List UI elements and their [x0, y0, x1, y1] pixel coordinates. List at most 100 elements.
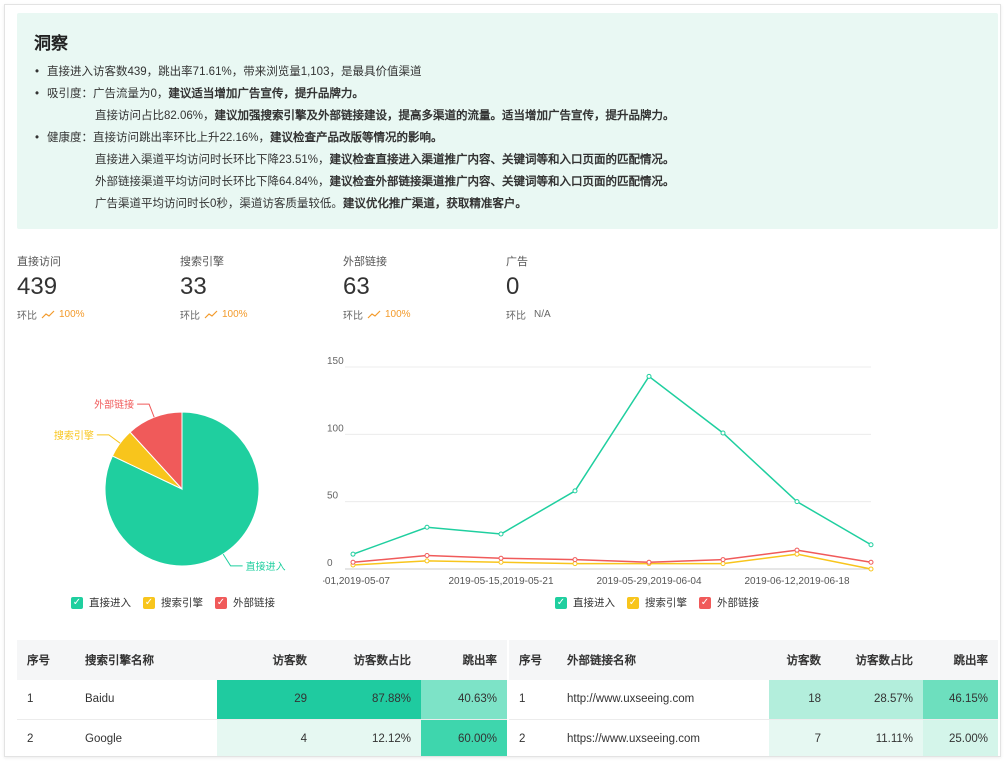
- data-point[interactable]: [498, 559, 504, 565]
- pie-legend: ✓ 直接进入 ✓ 搜索引擎 ✓ 外部链接: [71, 595, 275, 610]
- legend-item[interactable]: ✓ 外部链接: [699, 595, 759, 610]
- col-index: 序号: [509, 640, 557, 680]
- legend-item[interactable]: ✓ 外部链接: [215, 595, 275, 610]
- legend-item[interactable]: ✓ 搜索引擎: [627, 595, 687, 610]
- kpi-trend-value: N/A: [534, 309, 551, 320]
- cell-visitors: 29: [217, 680, 317, 720]
- kpi-trend-value: 100%: [385, 309, 411, 320]
- table-header-row: 序号 外部链接名称 访客数 访客数占比 跳出率: [509, 640, 998, 680]
- table-header-row: 序号 搜索引擎名称 访客数 访客数占比 跳出率: [17, 640, 507, 680]
- insight-line-5: 直接进入渠道平均访问时长环比下降23.51%，建议检查直接进入渠道推广内容、关键…: [95, 151, 675, 167]
- line-legend: ✓ 直接进入 ✓ 搜索引擎 ✓ 外部链接: [555, 595, 759, 610]
- data-point[interactable]: [572, 561, 578, 567]
- insight-advice: 建议优化推广渠道，获取精准客户。: [342, 198, 527, 210]
- checkbox-icon[interactable]: ✓: [627, 596, 639, 609]
- checkbox-icon[interactable]: ✓: [699, 596, 711, 609]
- data-point[interactable]: [424, 558, 430, 564]
- legend-item[interactable]: ✓ 搜索引擎: [143, 595, 203, 610]
- insight-panel: 洞察 • 直接进入访客数439，跳出率71.61%，带来浏览量1,103，是最具价…: [17, 13, 998, 229]
- col-share: 访客数占比: [831, 640, 923, 680]
- insight-line-3: 直接访问占比82.06%，建议加强搜索引擎及外部链接建设，提高多渠道的流量。适当…: [95, 107, 675, 123]
- insight-text: 直接访问占比82.06%，: [95, 110, 215, 122]
- insight-text: 广告渠道平均访问时长0秒，渠道访客质量较低。: [95, 198, 343, 210]
- checkbox-icon[interactable]: ✓: [143, 596, 155, 609]
- data-point[interactable]: [868, 559, 874, 565]
- checkbox-icon[interactable]: ✓: [215, 596, 227, 609]
- insight-advice: 建议加强搜索引擎及外部链接建设，提高多渠道的流量。适当增加广告宣传，提升品牌力。: [214, 110, 675, 122]
- kpi-label: 广告: [506, 256, 528, 268]
- pie-label: 直接进入: [246, 560, 286, 573]
- cell-visitors: 18: [769, 680, 831, 720]
- cell-share: 11.11%: [831, 719, 923, 756]
- y-tick-label: 100: [327, 423, 344, 434]
- table-row[interactable]: 2 Google 4 12.12% 60.00%: [17, 719, 507, 756]
- kpi-external: 外部链接 63 环比 100%: [343, 253, 493, 322]
- data-point[interactable]: [794, 547, 800, 553]
- data-point[interactable]: [794, 499, 800, 505]
- cell-bounce: 60.00%: [421, 719, 507, 756]
- data-point[interactable]: [646, 373, 652, 379]
- line-chart: 0 50 100 150 5-01,2019-05-07 2019-05-15,2019-…: [323, 356, 874, 587]
- kpi-value: 63: [343, 273, 370, 300]
- cell-visitors: 7: [769, 719, 831, 756]
- kpi-label: 外部链接: [343, 256, 387, 268]
- kpi-value: 439: [17, 273, 58, 300]
- data-point[interactable]: [424, 553, 430, 559]
- data-point[interactable]: [350, 551, 356, 557]
- cell-name: Baidu: [75, 680, 217, 720]
- data-point[interactable]: [868, 542, 874, 548]
- kpi-label: 直接访问: [17, 256, 61, 268]
- pie-label-line: [137, 403, 155, 418]
- table-row[interactable]: 1 Baidu 29 87.88% 40.63%: [17, 680, 507, 720]
- col-share: 访客数占比: [317, 640, 421, 680]
- data-point[interactable]: [498, 555, 504, 561]
- data-point[interactable]: [572, 557, 578, 563]
- search-engine-table: 序号 搜索引擎名称 访客数 访客数占比 跳出率 1 Baidu 29 87.88…: [17, 640, 507, 756]
- col-visitors: 访客数: [769, 640, 831, 680]
- cell-bounce: 40.63%: [421, 680, 507, 720]
- kpi-trend-label: 环比: [343, 311, 363, 322]
- data-point[interactable]: [720, 557, 726, 563]
- data-point[interactable]: [646, 559, 652, 565]
- data-point[interactable]: [720, 561, 726, 567]
- kpi-label: 搜索引擎: [180, 256, 224, 268]
- cell-index: 2: [17, 719, 75, 756]
- x-tick-label: 2019-06-12,2019-06-18: [744, 576, 850, 587]
- x-tick-label: 2019-05-15,2019-05-21: [448, 576, 554, 587]
- kpi-ads: 广告 0 环比 N/A: [506, 253, 656, 322]
- data-point[interactable]: [868, 566, 874, 572]
- legend-item[interactable]: ✓ 直接进入: [555, 595, 615, 610]
- data-point[interactable]: [424, 524, 430, 530]
- insight-text: 直接进入访客数439，跳出率71.61%，带来浏览量1,103，是最具价值渠道: [47, 66, 422, 78]
- cell-visitors: 4: [217, 719, 317, 756]
- kpi-trend-value: 100%: [222, 309, 248, 320]
- kpi-value: 33: [180, 273, 207, 300]
- y-tick-label: 50: [327, 491, 339, 502]
- kpi-trend: 环比 100%: [180, 307, 330, 322]
- insight-label-attraction: 吸引度：: [47, 88, 93, 100]
- insight-line-1: • 直接进入访客数439，跳出率71.61%，带来浏览量1,103，是最具价值渠道: [35, 66, 422, 78]
- cell-bounce: 25.00%: [923, 719, 998, 756]
- table-row[interactable]: 1 http://www.uxseeing.com 18 28.57% 46.1…: [509, 680, 998, 720]
- cell-index: 1: [17, 680, 75, 720]
- cell-share: 28.57%: [831, 680, 923, 720]
- checkbox-icon[interactable]: ✓: [555, 596, 567, 609]
- kpi-trend-label: 环比: [506, 311, 526, 322]
- kpi-trend-label: 环比: [180, 311, 200, 322]
- legend-item[interactable]: ✓ 直接进入: [71, 595, 131, 610]
- x-tick-label: 2019-05-29,2019-06-04: [596, 576, 702, 587]
- col-bounce: 跳出率: [421, 640, 507, 680]
- data-point[interactable]: [498, 531, 504, 537]
- data-point[interactable]: [572, 488, 578, 494]
- trend-up-icon: [204, 310, 218, 318]
- checkbox-icon[interactable]: ✓: [71, 596, 83, 609]
- table-row[interactable]: 2 https://www.uxseeing.com 7 11.11% 25.0…: [509, 719, 998, 756]
- trend-up-icon: [41, 310, 55, 318]
- data-point[interactable]: [720, 430, 726, 436]
- insight-text: 外部链接渠道平均访问时长环比下降64.84%，: [95, 176, 330, 188]
- col-visitors: 访客数: [217, 640, 317, 680]
- data-point[interactable]: [794, 551, 800, 557]
- insight-line-2: • 吸引度：广告流量为0，建议适当增加广告宣传，提升品牌力。: [35, 88, 364, 100]
- data-point[interactable]: [350, 559, 356, 565]
- col-bounce: 跳出率: [923, 640, 998, 680]
